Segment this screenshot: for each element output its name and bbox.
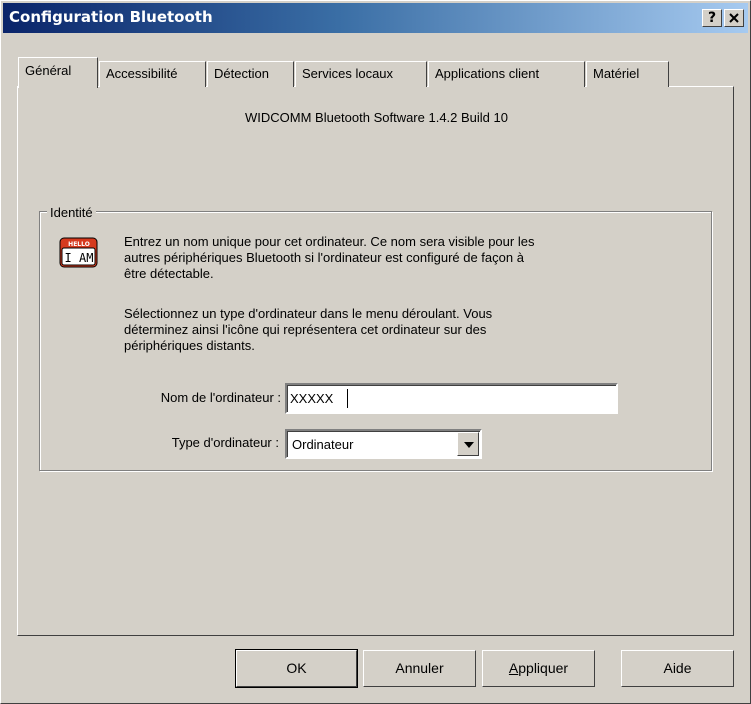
- apply-label-rest: ppliquer: [518, 660, 569, 676]
- tab-general[interactable]: Général: [18, 57, 98, 88]
- apply-accelerator: A: [508, 660, 519, 676]
- description-line: déterminez ainsi l'icône qui représenter…: [124, 322, 487, 337]
- close-button[interactable]: [724, 9, 744, 27]
- tab-client-applications[interactable]: Applications client: [428, 61, 585, 87]
- description-line: périphériques distants.: [124, 338, 255, 353]
- dropdown-button[interactable]: [457, 432, 479, 456]
- help-button[interactable]: ?: [702, 9, 722, 27]
- type-description: Sélectionnez un type d'ordinateur dans l…: [124, 306, 664, 354]
- identity-legend: Identité: [47, 205, 96, 220]
- tab-accessibility[interactable]: Accessibilité: [99, 61, 206, 87]
- identity-description: Entrez un nom unique pour cet ordinateur…: [124, 234, 664, 282]
- tab-detection[interactable]: Détection: [207, 61, 294, 87]
- badge-text-top: HELLO: [68, 241, 90, 248]
- computer-name-value: XXXXX: [290, 391, 334, 406]
- description-line: Sélectionnez un type d'ordinateur dans l…: [124, 306, 493, 321]
- software-version: WIDCOMM Bluetooth Software 1.4.2 Build 1…: [244, 110, 508, 125]
- title-bar[interactable]: Configuration Bluetooth ?: [3, 3, 748, 33]
- apply-button[interactable]: Appliquer: [482, 650, 595, 687]
- description-line: être détectable.: [124, 266, 214, 281]
- close-icon: [729, 13, 739, 23]
- text-caret: [347, 389, 348, 408]
- description-line: autres périphériques Bluetooth si l'ordi…: [124, 250, 524, 265]
- hello-i-am-badge-icon: HELLO I AM: [59, 237, 99, 269]
- description-line: Entrez un nom unique pour cet ordinateur…: [124, 234, 535, 249]
- computer-name-input[interactable]: XXXXX: [285, 383, 618, 414]
- chevron-down-icon: [464, 442, 474, 448]
- tab-local-services[interactable]: Services locaux: [295, 61, 427, 87]
- badge-text-main: I AM: [65, 251, 94, 265]
- computer-name-label: Nom de l'ordinateur :: [160, 390, 281, 405]
- help-dialog-button[interactable]: Aide: [621, 650, 734, 687]
- computer-type-select[interactable]: Ordinateur: [285, 429, 482, 459]
- cancel-button[interactable]: Annuler: [363, 650, 476, 687]
- dialog-window: Configuration Bluetooth ? Général Access…: [0, 0, 751, 704]
- computer-type-label: Type d'ordinateur :: [171, 435, 279, 450]
- computer-type-value: Ordinateur: [292, 437, 354, 452]
- ok-button[interactable]: OK: [235, 649, 358, 688]
- tab-hardware[interactable]: Matériel: [586, 61, 669, 87]
- window-title: Configuration Bluetooth: [9, 8, 213, 26]
